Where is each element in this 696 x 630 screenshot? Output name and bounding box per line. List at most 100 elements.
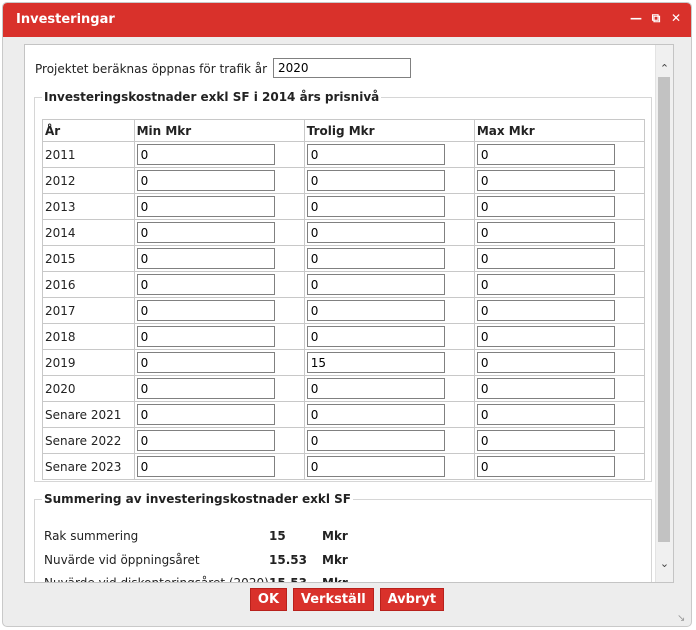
year-cell: 2017	[42, 297, 135, 324]
min-cell	[133, 375, 305, 402]
close-icon[interactable]: ✕	[669, 11, 683, 25]
max-cell	[473, 401, 646, 428]
max-input[interactable]	[476, 456, 615, 477]
year-cell: 2012	[42, 167, 135, 194]
min-cell	[133, 297, 305, 324]
max-input[interactable]	[476, 326, 615, 347]
max-cell	[473, 323, 646, 350]
trolig-cell	[303, 401, 475, 428]
summary-label: Nuvärde vid diskonteringsåret (2020)	[44, 576, 269, 583]
ok-button[interactable]: OK	[249, 588, 288, 611]
scroll-up-icon[interactable]: ⌃	[656, 60, 673, 77]
min-input[interactable]	[136, 248, 275, 269]
max-input[interactable]	[476, 144, 615, 165]
popout-icon[interactable]: ⧉	[649, 11, 663, 25]
max-cell	[473, 271, 646, 298]
min-input[interactable]	[136, 300, 275, 321]
trolig-input[interactable]	[306, 326, 445, 347]
table-row: 2016	[42, 271, 646, 298]
investment-costs-legend: Investeringskostnader exkl SF i 2014 års…	[44, 90, 380, 104]
trolig-input[interactable]	[306, 352, 445, 373]
trolig-cell	[303, 193, 475, 220]
trolig-input[interactable]	[306, 248, 445, 269]
table-row: Senare 2022	[42, 427, 646, 454]
investment-costs-fieldset: Investeringskostnader exkl SF i 2014 års…	[34, 90, 652, 482]
max-input[interactable]	[476, 196, 615, 217]
min-input[interactable]	[136, 456, 275, 477]
min-cell	[133, 453, 305, 480]
trolig-input[interactable]	[306, 222, 445, 243]
max-input[interactable]	[476, 378, 615, 399]
trolig-cell	[303, 323, 475, 350]
min-cell	[133, 323, 305, 350]
button-bar: OK Verkställ Avbryt	[3, 588, 691, 612]
header-min: Min Mkr	[133, 119, 305, 142]
max-cell	[473, 375, 646, 402]
summary-unit: Mkr	[322, 553, 348, 567]
opening-year-input[interactable]	[273, 58, 411, 78]
min-input[interactable]	[136, 352, 275, 373]
min-input[interactable]	[136, 222, 275, 243]
max-input[interactable]	[476, 170, 615, 191]
max-cell	[473, 349, 646, 376]
table-row: Senare 2021	[42, 401, 646, 428]
max-input[interactable]	[476, 274, 615, 295]
min-input[interactable]	[136, 430, 275, 451]
trolig-input[interactable]	[306, 378, 445, 399]
vertical-scrollbar[interactable]: ⌃ ⌄	[655, 45, 673, 582]
trolig-cell	[303, 141, 475, 168]
table-row: 2014	[42, 219, 646, 246]
minimize-icon[interactable]: —	[629, 11, 643, 25]
trolig-input[interactable]	[306, 456, 445, 477]
trolig-input[interactable]	[306, 404, 445, 425]
trolig-input[interactable]	[306, 196, 445, 217]
summary-label: Nuvärde vid öppningsåret	[44, 553, 200, 567]
max-cell	[473, 427, 646, 454]
min-input[interactable]	[136, 170, 275, 191]
trolig-cell	[303, 297, 475, 324]
max-cell	[473, 219, 646, 246]
trolig-input[interactable]	[306, 144, 445, 165]
apply-button[interactable]: Verkställ	[292, 588, 374, 611]
trolig-input[interactable]	[306, 430, 445, 451]
scrollbar-thumb[interactable]	[658, 77, 670, 542]
year-cell: 2015	[42, 245, 135, 272]
min-input[interactable]	[136, 144, 275, 165]
trolig-input[interactable]	[306, 274, 445, 295]
header-trolig: Trolig Mkr	[303, 119, 475, 142]
trolig-cell	[303, 219, 475, 246]
table-row: 2015	[42, 245, 646, 272]
table-row: Senare 2023	[42, 453, 646, 480]
year-cell: 2013	[42, 193, 135, 220]
min-cell	[133, 167, 305, 194]
min-input[interactable]	[136, 326, 275, 347]
table-header-row: År Min Mkr Trolig Mkr Max Mkr	[42, 119, 646, 142]
min-input[interactable]	[136, 378, 275, 399]
max-cell	[473, 141, 646, 168]
opening-year-row: Projektet beräknas öppnas för trafik år	[33, 55, 653, 79]
max-input[interactable]	[476, 404, 615, 425]
trolig-cell	[303, 271, 475, 298]
resize-handle-icon[interactable]: ↘	[677, 614, 687, 624]
dialog-content: Projektet beräknas öppnas för trafik år …	[24, 44, 674, 583]
summary-fieldset: Summering av investeringskostnader exkl …	[34, 492, 652, 583]
dialog-titlebar[interactable]: Investeringar — ⧉ ✕	[3, 3, 691, 37]
max-input[interactable]	[476, 352, 615, 373]
table-row: 2017	[42, 297, 646, 324]
cancel-button[interactable]: Avbryt	[379, 588, 445, 611]
min-cell	[133, 271, 305, 298]
max-input[interactable]	[476, 248, 615, 269]
max-input[interactable]	[476, 222, 615, 243]
summary-value: 15.53	[269, 576, 307, 583]
min-input[interactable]	[136, 196, 275, 217]
max-input[interactable]	[476, 430, 615, 451]
table-row: 2011	[42, 141, 646, 168]
min-input[interactable]	[136, 404, 275, 425]
year-cell: Senare 2023	[42, 453, 135, 480]
min-input[interactable]	[136, 274, 275, 295]
trolig-input[interactable]	[306, 300, 445, 321]
max-input[interactable]	[476, 300, 615, 321]
scroll-down-icon[interactable]: ⌄	[656, 555, 673, 572]
trolig-input[interactable]	[306, 170, 445, 191]
trolig-cell	[303, 375, 475, 402]
